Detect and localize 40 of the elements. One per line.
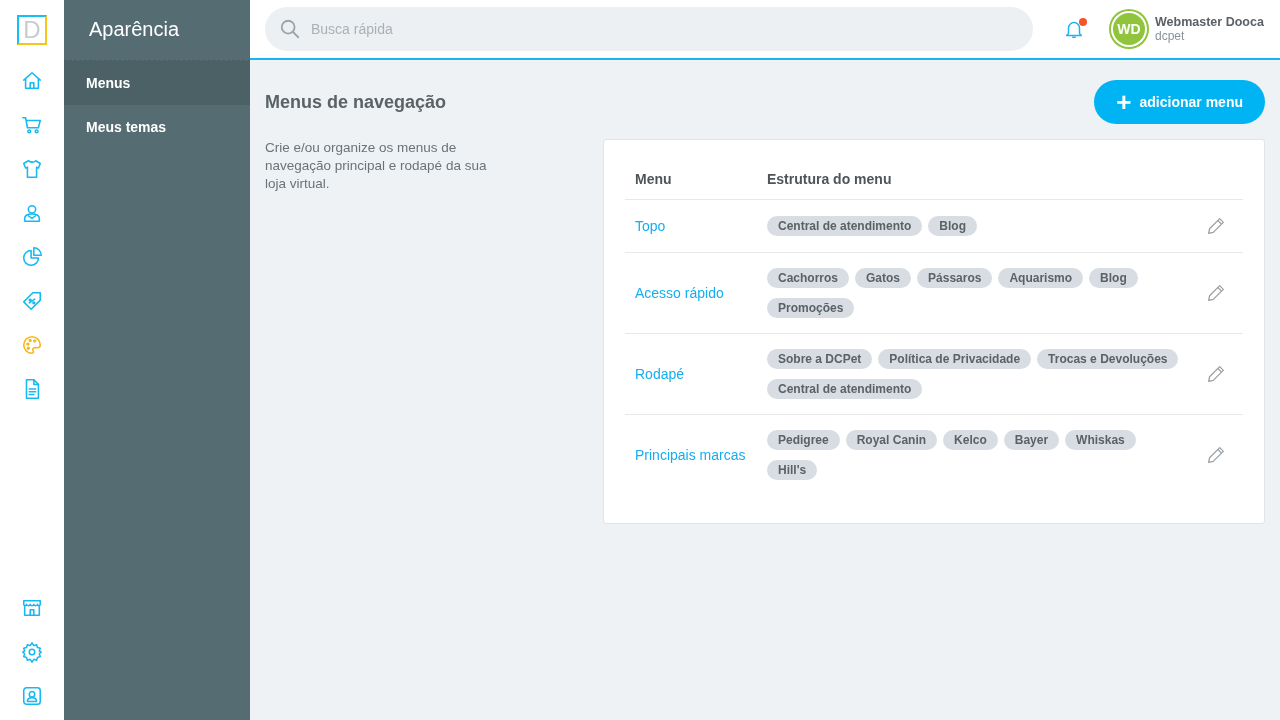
menu-item-tag: Política de Privacidade <box>878 349 1032 369</box>
menu-item-tag: Central de atendimento <box>767 379 923 399</box>
add-menu-button[interactable]: + adicionar menu <box>1094 80 1265 124</box>
edit-icon[interactable] <box>1205 444 1227 466</box>
menu-link[interactable]: Principais marcas <box>635 447 746 463</box>
menu-item-tag: Whiskas <box>1065 430 1136 450</box>
edit-icon[interactable] <box>1205 363 1227 385</box>
edit-icon[interactable] <box>1205 215 1227 237</box>
menu-item-tag: Pássaros <box>917 268 993 288</box>
menu-item-tag: Cachorros <box>767 268 850 288</box>
menu-item-tag: Sobre a DCPet <box>767 349 873 369</box>
menu-item-tag: Central de atendimento <box>767 216 923 236</box>
search-icon <box>279 18 301 40</box>
notification-bell-icon[interactable] <box>1063 18 1085 40</box>
logo[interactable]: D <box>17 15 47 45</box>
page-title: Menus de navegação <box>265 91 447 113</box>
menu-link[interactable]: Rodapé <box>635 366 685 382</box>
avatar[interactable]: WD <box>1113 13 1145 45</box>
menu-item-tag: Bayer <box>1003 430 1060 450</box>
column-header: Menu <box>635 171 673 187</box>
menu-item-tag: Hill's <box>767 460 818 480</box>
menu-link[interactable]: Topo <box>635 218 666 234</box>
edit-icon[interactable] <box>1205 282 1227 304</box>
menu-item-tag: Pedigree <box>767 430 840 450</box>
store-name: dcpet <box>1155 29 1186 43</box>
menu-item-tag: Aquarismo <box>998 268 1084 288</box>
menu-item-tag: Kelco <box>943 430 998 450</box>
user-name: Webmaster Dooca <box>1155 15 1264 29</box>
menu-item-tag: Trocas e Devoluções <box>1037 349 1179 369</box>
menu-item-tag: Promoções <box>767 298 855 318</box>
menu-link[interactable]: Acesso rápido <box>635 285 724 301</box>
menu-item-tag: Royal Canin <box>845 430 938 450</box>
column-header: Estrutura do menu <box>767 171 893 187</box>
menu-item-tag: Blog <box>928 216 978 236</box>
menu-item-tag: Blog <box>1089 268 1138 288</box>
search-field[interactable]: Busca rápida <box>265 7 1033 51</box>
sidebar-item[interactable]: Menus <box>64 61 250 105</box>
menu-item-tag: Gatos <box>855 268 912 288</box>
description: Crie e/ou organize os menus de navegação principal e rodapé da sua loja virtual. <box>265 139 488 194</box>
sidebar-item[interactable]: Meus temas <box>64 105 250 149</box>
